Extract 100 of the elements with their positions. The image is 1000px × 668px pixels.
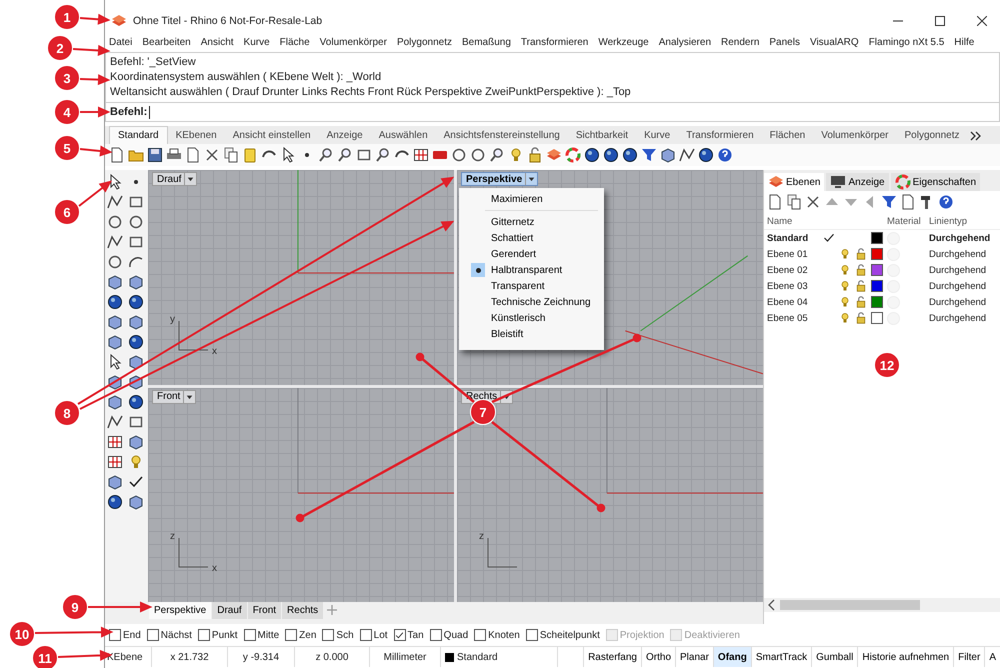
status-toggle[interactable]: SmartTrack bbox=[750, 647, 812, 667]
layers-icon bbox=[768, 174, 784, 190]
column-header[interactable]: Name bbox=[767, 216, 823, 226]
viewport[interactable]: Drauf y x bbox=[148, 170, 454, 384]
menu-item[interactable]: Gerendert bbox=[459, 246, 604, 262]
menu-item[interactable]: Bemaßung bbox=[462, 36, 511, 48]
menu-item[interactable]: Transparent bbox=[459, 278, 604, 294]
toolbar-tab[interactable]: Sichtbarkeit bbox=[568, 127, 636, 144]
toolbar-tab[interactable]: Volumenkörper bbox=[813, 127, 896, 144]
menu-item[interactable]: Künstlerisch bbox=[459, 310, 604, 326]
page-icon bbox=[767, 194, 783, 210]
layer-name[interactable]: Ebene 05 bbox=[767, 312, 823, 324]
column-header[interactable]: Material bbox=[887, 216, 929, 226]
viewport-tab[interactable]: Drauf bbox=[212, 602, 247, 619]
layer-color-swatch[interactable] bbox=[871, 280, 883, 292]
menu-item[interactable]: Technische Zeichnung bbox=[459, 294, 604, 310]
menu-item[interactable]: Gitternetz bbox=[459, 214, 604, 230]
layer-color-swatch[interactable] bbox=[871, 312, 883, 324]
box-icon bbox=[128, 274, 144, 290]
status-toggle[interactable]: Historie aufnehmen bbox=[857, 647, 954, 667]
viewport[interactable]: Front z x bbox=[148, 388, 454, 602]
magnifier-icon bbox=[337, 147, 353, 163]
osnap-checkbox[interactable]: Nächst bbox=[146, 629, 192, 641]
callout-badge: 3 bbox=[54, 65, 80, 91]
osnap-checkbox[interactable]: Zen bbox=[285, 629, 316, 641]
layer-name[interactable]: Ebene 02 bbox=[767, 264, 823, 276]
osnap-checkbox[interactable]: Punkt bbox=[198, 629, 238, 641]
toolbar-tab[interactable]: Kurve bbox=[636, 127, 678, 144]
status-toggle[interactable]: Ofang bbox=[712, 647, 751, 667]
command-input[interactable]: Befehl: bbox=[105, 102, 1000, 122]
layer-name[interactable]: Ebene 03 bbox=[767, 280, 823, 292]
column-header[interactable]: Linientyp bbox=[929, 216, 1000, 226]
menu-item[interactable]: Ansicht bbox=[200, 36, 234, 48]
sphere-icon bbox=[107, 494, 123, 510]
viewport-tab[interactable]: Rechts bbox=[282, 602, 324, 619]
circle-icon bbox=[107, 254, 123, 270]
menu-item[interactable]: Maximieren bbox=[459, 191, 604, 207]
callout-badge: 5 bbox=[54, 135, 80, 161]
menu-item[interactable]: Flamingo nXt 5.5 bbox=[868, 36, 944, 48]
layer-color-swatch[interactable] bbox=[871, 232, 883, 244]
status-toggle[interactable]: Gumball bbox=[811, 647, 858, 667]
toolbar-tab[interactable]: Auswählen bbox=[370, 127, 436, 144]
menu-item[interactable]: Rendern bbox=[721, 36, 760, 48]
layer-color-swatch[interactable] bbox=[871, 296, 883, 308]
osnap-checkbox[interactable]: Scheitelpunkt bbox=[526, 629, 600, 641]
toolbar-tab[interactable]: KEbenen bbox=[168, 127, 225, 144]
menu-item[interactable]: Schattiert bbox=[459, 230, 604, 246]
layer-color-swatch[interactable] bbox=[871, 248, 883, 260]
menu-item[interactable]: Polygonnetz bbox=[396, 36, 452, 48]
box-icon bbox=[660, 147, 676, 163]
osnap-checkbox[interactable]: Quad bbox=[430, 629, 468, 641]
menu-item[interactable]: Datei bbox=[109, 36, 132, 48]
toolbar-tab[interactable]: Standard bbox=[109, 126, 168, 144]
viewport-title[interactable]: Perspektive bbox=[461, 172, 538, 186]
pages-icon bbox=[786, 194, 802, 210]
square-icon bbox=[128, 234, 144, 250]
menu-item[interactable]: Fläche bbox=[280, 36, 310, 48]
menu-item[interactable]: Hilfe bbox=[954, 36, 974, 48]
menu-item[interactable]: Bleistift bbox=[459, 326, 604, 342]
viewport[interactable]: Perspektive Maximieren Gitternetz Schattiert Gerendert Halbtransparent Transparent Technische Zeichnung Künstlerisch Bleistift bbox=[457, 170, 763, 384]
sphere-icon bbox=[128, 294, 144, 310]
layer-name[interactable]: Ebene 01 bbox=[767, 248, 823, 260]
menu-item[interactable]: Transformieren bbox=[520, 36, 588, 48]
viewport-title[interactable]: Front bbox=[152, 390, 196, 404]
status-toggle[interactable]: Filter bbox=[953, 647, 984, 667]
square-icon bbox=[128, 194, 144, 210]
layer-name[interactable]: Standard bbox=[767, 232, 823, 244]
layer-name[interactable]: Ebene 04 bbox=[767, 296, 823, 308]
panel-tab[interactable]: Ebenen bbox=[764, 173, 824, 191]
osnap-checkbox[interactable]: Lot bbox=[360, 629, 388, 641]
viewport-tab[interactable]: Perspektive bbox=[149, 602, 212, 619]
menu-item[interactable]: Analysieren bbox=[658, 36, 712, 48]
menu-item[interactable]: Volumenkörper bbox=[320, 36, 387, 48]
toolbar-tab[interactable]: Transformieren bbox=[678, 127, 762, 144]
toolbar-tab[interactable]: Flächen bbox=[762, 127, 814, 144]
osnap-checkbox[interactable]: Sch bbox=[322, 629, 354, 641]
toolbar-tab[interactable]: Ansicht einstellen bbox=[224, 127, 319, 144]
viewport-title[interactable]: Drauf bbox=[152, 172, 198, 186]
menu-item[interactable]: Halbtransparent bbox=[459, 262, 604, 278]
toolbar-tab[interactable]: Ansichtsfenstereinstellung bbox=[436, 127, 568, 144]
horizontal-scrollbar[interactable] bbox=[764, 598, 1000, 612]
osnap-checkbox[interactable]: Mitte bbox=[244, 629, 280, 641]
viewport-tab[interactable]: Front bbox=[248, 602, 282, 619]
menu-item[interactable]: Werkzeuge bbox=[598, 36, 649, 48]
axis-label: z bbox=[170, 532, 175, 542]
menu-item[interactable]: VisualARQ bbox=[810, 36, 859, 48]
toolbar-tab[interactable]: Anzeige bbox=[318, 127, 371, 144]
menu-item[interactable]: Kurve bbox=[244, 36, 270, 48]
status-toggle[interactable]: Rasterfang bbox=[583, 647, 641, 667]
menu-item[interactable]: Bearbeiten bbox=[142, 36, 191, 48]
status-toggle[interactable]: Ortho bbox=[641, 647, 676, 667]
osnap-checkbox[interactable]: End bbox=[109, 629, 141, 641]
panel-tab[interactable]: Eigenschaften bbox=[890, 173, 980, 191]
osnap-checkbox[interactable]: Tan bbox=[394, 629, 424, 641]
panel-tab[interactable]: Anzeige bbox=[826, 173, 889, 191]
layer-color-swatch[interactable] bbox=[871, 264, 883, 276]
menu-item[interactable]: Panels bbox=[769, 36, 800, 48]
osnap-checkbox[interactable]: Knoten bbox=[474, 629, 520, 641]
status-toggle[interactable]: A bbox=[984, 647, 1000, 667]
toolbar-tab[interactable]: Polygonnetz bbox=[896, 127, 968, 144]
